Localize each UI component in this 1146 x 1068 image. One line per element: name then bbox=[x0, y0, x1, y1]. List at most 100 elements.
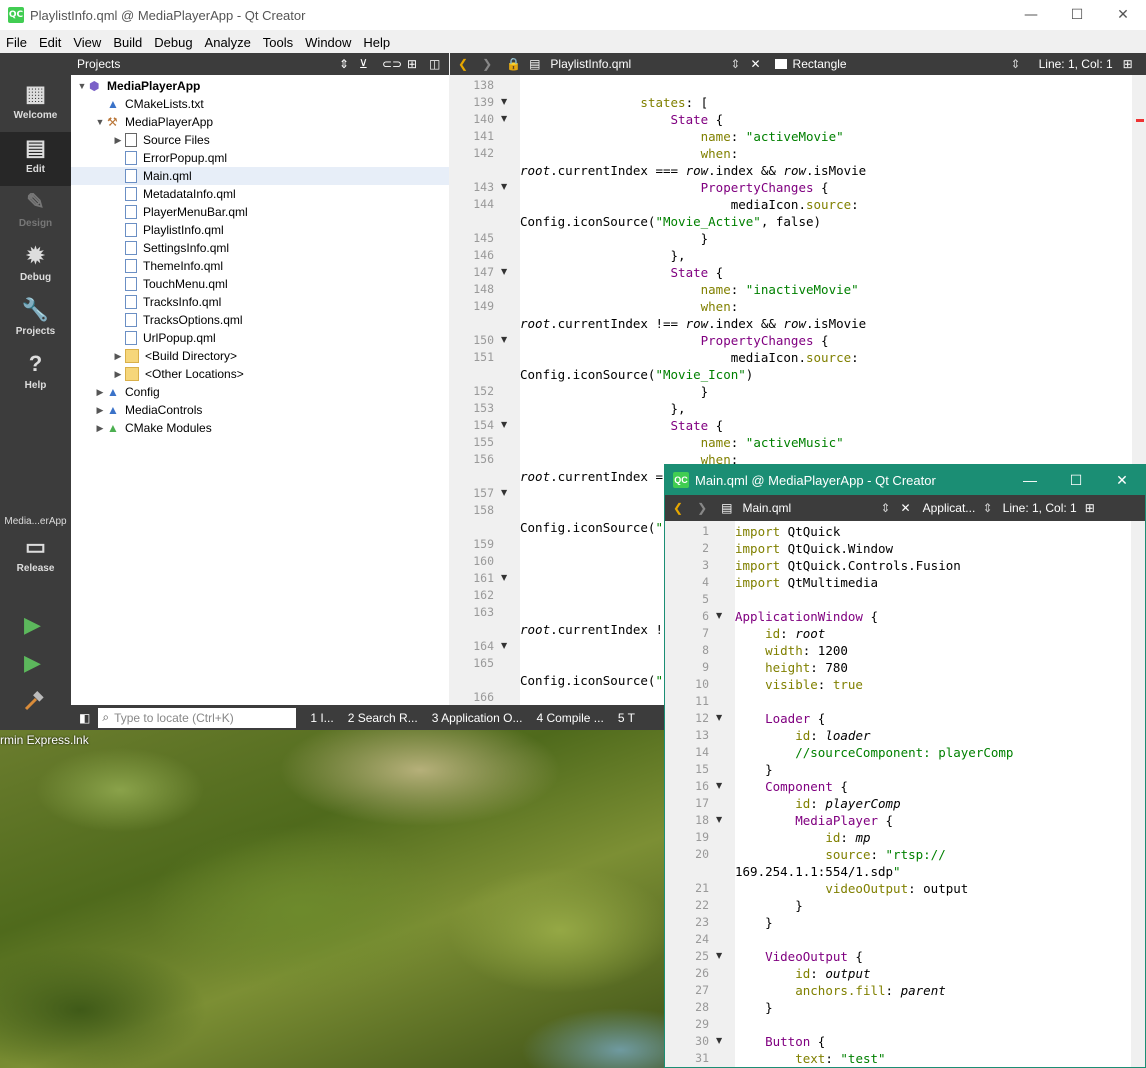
menu-window[interactable]: Window bbox=[299, 35, 357, 50]
code-line[interactable]: name: "inactiveMovie" bbox=[520, 282, 859, 297]
output-pane-tab[interactable]: 1 I... bbox=[310, 711, 333, 725]
menu-edit[interactable]: Edit bbox=[33, 35, 67, 50]
menu-file[interactable]: File bbox=[0, 35, 33, 50]
code-line[interactable]: Config.iconSource("Movie_Active", false) bbox=[520, 214, 821, 229]
code-line[interactable]: id: loader bbox=[735, 728, 870, 743]
fold-marker-icon[interactable]: ▼ bbox=[501, 573, 507, 582]
close-button[interactable]: ✕ bbox=[1099, 465, 1145, 495]
mode-design[interactable]: ✎ Design bbox=[0, 186, 71, 240]
dropdown-icon[interactable]: ⇕ bbox=[730, 57, 740, 71]
code-line[interactable]: }, bbox=[520, 248, 686, 263]
kit-selector[interactable]: Media...erApp ▭ Release bbox=[0, 516, 71, 588]
code-line[interactable]: root.currentIndex === row.index && row.i… bbox=[520, 163, 866, 178]
tree-item[interactable]: ▼ ⬢ MediaPlayerApp bbox=[71, 77, 201, 95]
close-file-icon[interactable]: ✕ bbox=[901, 501, 911, 515]
code-line[interactable]: import QtQuick.Controls.Fusion bbox=[735, 558, 961, 573]
code-line[interactable]: Config.iconSource("Movie_Icon") bbox=[520, 367, 753, 382]
code-line[interactable]: import QtQuick.Window bbox=[735, 541, 893, 556]
secondary-code-editor[interactable]: 1 import QtQuick 2 import QtQuick.Window 3 im… bbox=[665, 521, 1145, 1067]
desktop-shortcut-label[interactable]: rmin Express.lnk bbox=[0, 733, 89, 747]
tree-item[interactable]: ▶ Source Files bbox=[71, 131, 210, 149]
chevron-right-icon[interactable]: ▶ bbox=[111, 351, 125, 362]
code-line[interactable]: id: playerComp bbox=[735, 796, 900, 811]
close-file-icon[interactable]: ✕ bbox=[750, 57, 760, 71]
close-pane-icon[interactable]: ◫ bbox=[429, 57, 440, 71]
scrollbar[interactable] bbox=[1131, 521, 1145, 1067]
code-line[interactable]: mediaIcon.source: bbox=[520, 350, 859, 365]
code-line[interactable]: height: 780 bbox=[735, 660, 848, 675]
tree-item[interactable]: TracksInfo.qml bbox=[71, 293, 221, 311]
file-selector[interactable]: Main.qml bbox=[742, 501, 880, 515]
back-icon[interactable]: ❮ bbox=[673, 501, 683, 515]
dropdown-icon[interactable]: ⇕ bbox=[1011, 57, 1021, 71]
chevron-down-icon[interactable]: ▼ bbox=[75, 81, 89, 91]
output-pane-tab[interactable]: 4 Compile ... bbox=[536, 711, 603, 725]
output-pane-tab[interactable]: 3 Application O... bbox=[432, 711, 523, 725]
code-line[interactable]: states: [ bbox=[520, 95, 708, 110]
minimize-button[interactable]: — bbox=[1008, 0, 1054, 30]
fold-marker-icon[interactable]: ▼ bbox=[716, 951, 722, 960]
minimize-button[interactable]: — bbox=[1007, 465, 1053, 495]
dropdown-icon[interactable]: ⇕ bbox=[983, 501, 993, 515]
code-line[interactable]: Component { bbox=[735, 779, 848, 794]
code-line[interactable]: visible: true bbox=[735, 677, 863, 692]
code-line[interactable]: //sourceComponent: playerComp bbox=[735, 745, 1013, 760]
tree-item[interactable]: UrlPopup.qml bbox=[71, 329, 216, 347]
tree-item[interactable]: ▶ ▲ Config bbox=[71, 383, 160, 401]
fold-marker-icon[interactable]: ▼ bbox=[501, 420, 507, 429]
split-icon[interactable]: ⊞ bbox=[1123, 57, 1133, 71]
chevron-right-icon[interactable]: ▶ bbox=[93, 387, 107, 398]
output-pane-tab[interactable]: 2 Search R... bbox=[348, 711, 418, 725]
code-line[interactable]: text: "test" bbox=[735, 1051, 885, 1066]
code-line[interactable]: Config.iconSource(" bbox=[520, 673, 663, 688]
code-line[interactable]: } bbox=[735, 762, 773, 777]
dropdown-icon[interactable]: ⇕ bbox=[880, 501, 890, 515]
maximize-button[interactable]: ☐ bbox=[1053, 465, 1099, 495]
chevron-right-icon[interactable]: ▶ bbox=[111, 135, 125, 146]
fold-marker-icon[interactable]: ▼ bbox=[716, 611, 722, 620]
menu-help[interactable]: Help bbox=[357, 35, 396, 50]
tree-item[interactable]: ▶ <Other Locations> bbox=[71, 365, 244, 383]
menu-build[interactable]: Build bbox=[107, 35, 148, 50]
forward-icon[interactable]: ❯ bbox=[482, 57, 492, 71]
chevron-down-icon[interactable]: ▼ bbox=[93, 117, 107, 127]
code-line[interactable]: when: bbox=[520, 299, 739, 314]
fold-marker-icon[interactable]: ▼ bbox=[501, 97, 507, 106]
chevron-right-icon[interactable]: ▶ bbox=[93, 405, 107, 416]
code-line[interactable]: anchors.fill: parent bbox=[735, 983, 946, 998]
code-line[interactable]: root.currentIndex ! bbox=[520, 622, 663, 637]
tree-item[interactable]: PlaylistInfo.qml bbox=[71, 221, 224, 239]
code-line[interactable]: name: "activeMusic" bbox=[520, 435, 844, 450]
code-line[interactable]: } bbox=[735, 915, 773, 930]
fold-marker-icon[interactable]: ▼ bbox=[716, 713, 722, 722]
build-button[interactable] bbox=[22, 689, 46, 713]
mode-debug[interactable]: ✹ Debug bbox=[0, 240, 71, 294]
symbol-selector[interactable]: Applicat... bbox=[923, 501, 983, 515]
fold-marker-icon[interactable]: ▼ bbox=[501, 641, 507, 650]
code-line[interactable]: PropertyChanges { bbox=[520, 333, 829, 348]
debug-run-button[interactable]: ▶ bbox=[24, 651, 41, 676]
code-line[interactable]: } bbox=[735, 898, 803, 913]
tree-item[interactable]: MetadataInfo.qml bbox=[71, 185, 236, 203]
code-line[interactable]: ApplicationWindow { bbox=[735, 609, 878, 624]
fold-marker-icon[interactable]: ▼ bbox=[501, 335, 507, 344]
chevron-right-icon[interactable]: ▶ bbox=[111, 369, 125, 380]
code-line[interactable]: State { bbox=[520, 265, 724, 280]
maximize-button[interactable]: ☐ bbox=[1054, 0, 1100, 30]
close-button[interactable]: ✕ bbox=[1100, 0, 1146, 30]
tree-item[interactable]: PlayerMenuBar.qml bbox=[71, 203, 248, 221]
run-button[interactable]: ▶ bbox=[24, 613, 41, 638]
code-line[interactable]: } bbox=[520, 231, 709, 246]
tree-item[interactable]: TouchMenu.qml bbox=[71, 275, 228, 293]
code-line[interactable]: State { bbox=[520, 418, 724, 433]
dropdown-icon[interactable]: ⇕ bbox=[339, 57, 349, 71]
fold-marker-icon[interactable]: ▼ bbox=[501, 488, 507, 497]
code-line[interactable]: mediaIcon.source: bbox=[520, 197, 859, 212]
fold-marker-icon[interactable]: ▼ bbox=[716, 781, 722, 790]
code-line[interactable]: source: "rtsp:// bbox=[735, 847, 945, 862]
filter-icon[interactable]: ⊻ bbox=[359, 57, 368, 71]
mode-edit[interactable]: ▤ Edit bbox=[0, 132, 71, 186]
tree-item[interactable]: ThemeInfo.qml bbox=[71, 257, 223, 275]
code-line[interactable]: State { bbox=[520, 112, 724, 127]
tree-item[interactable]: SettingsInfo.qml bbox=[71, 239, 229, 257]
